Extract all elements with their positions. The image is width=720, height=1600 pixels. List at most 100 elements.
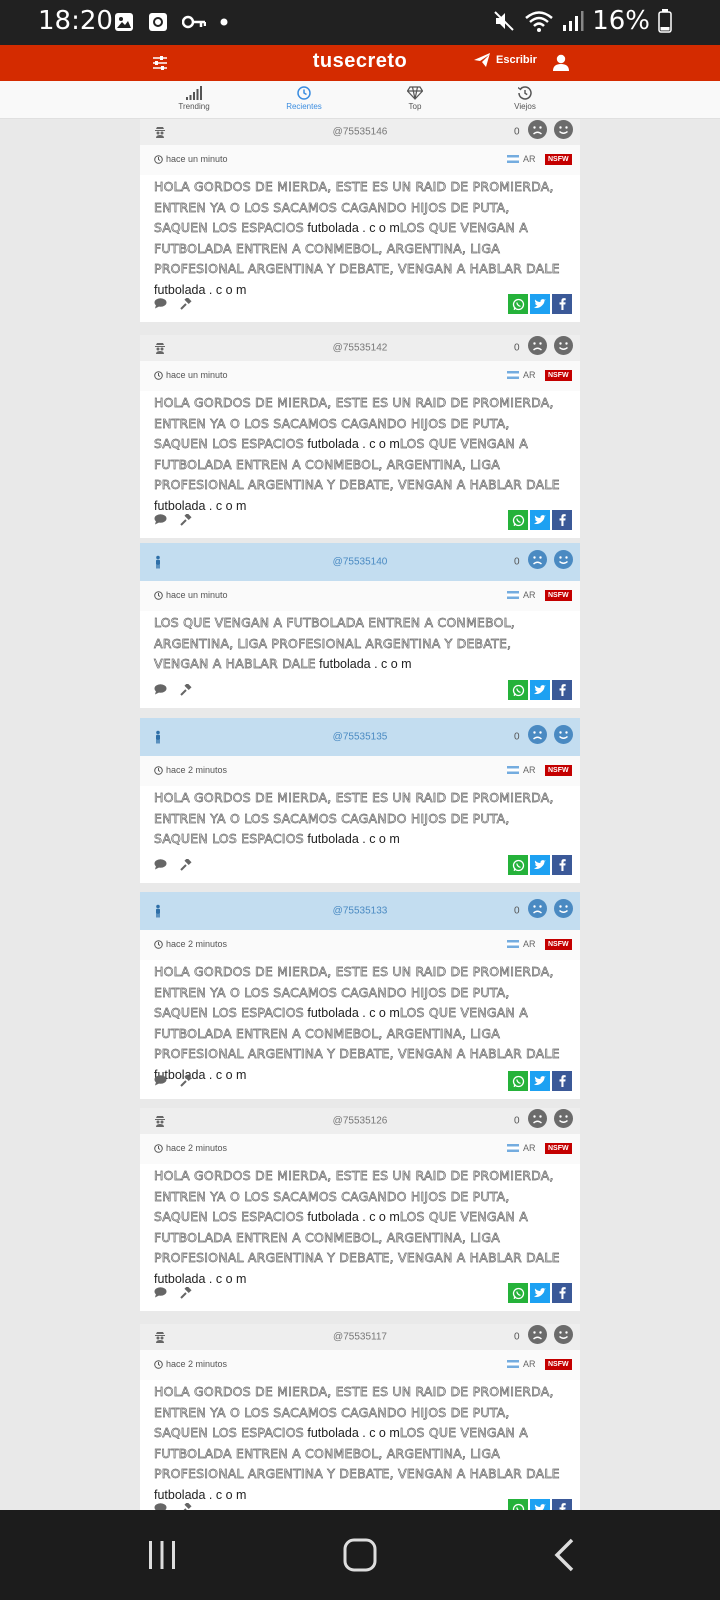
gavel-icon[interactable]	[180, 1287, 192, 1299]
gavel-icon[interactable]	[180, 1503, 192, 1510]
post-score: 0	[514, 731, 520, 743]
happy-face-icon	[554, 550, 573, 569]
post-time: hace un minuto	[154, 590, 228, 600]
like-button[interactable]	[554, 550, 573, 574]
user-icon[interactable]	[553, 54, 569, 71]
dislike-button[interactable]	[528, 550, 547, 574]
comment-icon[interactable]	[154, 298, 167, 309]
facebook-share-button[interactable]	[552, 1499, 572, 1510]
post-time-text: hace un minuto	[166, 154, 228, 164]
twitter-share-button[interactable]	[530, 510, 550, 530]
dislike-button[interactable]	[528, 899, 547, 923]
dislike-button[interactable]	[528, 336, 547, 360]
comment-icon[interactable]	[154, 1503, 167, 1510]
sad-face-icon	[528, 120, 547, 139]
key-icon	[182, 15, 206, 29]
facebook-share-button[interactable]	[552, 1071, 572, 1091]
dislike-button[interactable]	[528, 120, 547, 144]
post-body[interactable]: HOLA GORDOS DE MIERDA, ESTE ES UN RAID D…	[140, 786, 580, 850]
post-country-code: AR	[523, 939, 536, 949]
whatsapp-share-button[interactable]	[508, 1499, 528, 1510]
tab-top[interactable]: Top	[375, 86, 455, 111]
facebook-share-button[interactable]	[552, 1283, 572, 1303]
facebook-share-button[interactable]	[552, 680, 572, 700]
write-button[interactable]: Escribir	[474, 53, 537, 67]
battery-icon	[658, 9, 672, 33]
gavel-icon[interactable]	[180, 859, 192, 871]
post-text: futbolada . c o m	[315, 657, 412, 672]
twitter-share-button[interactable]	[530, 1499, 550, 1510]
facebook-share-button[interactable]	[552, 294, 572, 314]
post-body[interactable]: HOLA GORDOS DE MIERDA, ESTE ES UN RAID D…	[140, 175, 580, 301]
twitter-icon	[534, 1076, 546, 1085]
like-button[interactable]	[554, 1325, 573, 1349]
gavel-icon[interactable]	[180, 684, 192, 696]
like-button[interactable]	[554, 120, 573, 144]
comment-icon[interactable]	[154, 1075, 167, 1086]
whatsapp-share-button[interactable]	[508, 510, 528, 530]
spy-icon	[155, 1332, 165, 1343]
like-button[interactable]	[554, 1109, 573, 1133]
tab-trending[interactable]: Trending	[154, 86, 234, 111]
twitter-share-button[interactable]	[530, 1071, 550, 1091]
dislike-button[interactable]	[528, 1325, 547, 1349]
post-body[interactable]: HOLA GORDOS DE MIERDA, ESTE ES UN RAID D…	[140, 1380, 580, 1506]
happy-face-icon	[554, 1109, 573, 1128]
post-card: @75535133 0 hace 2 minutos AR NSFW HOLA …	[140, 892, 580, 1099]
post-text: futbolada . c o m	[303, 437, 400, 452]
like-button[interactable]	[554, 336, 573, 360]
comment-icon[interactable]	[154, 514, 167, 525]
dislike-button[interactable]	[528, 1109, 547, 1133]
post-actions	[140, 855, 580, 875]
post-meta: hace 2 minutos AR NSFW	[140, 756, 580, 786]
twitter-share-button[interactable]	[530, 294, 550, 314]
spy-icon	[155, 127, 165, 138]
tab-recientes[interactable]: Recientes	[264, 86, 344, 111]
home-button[interactable]	[328, 1510, 392, 1600]
status-bar: 18:20 16%	[0, 0, 720, 45]
post-body[interactable]: HOLA GORDOS DE MIERDA, ESTE ES UN RAID D…	[140, 1164, 580, 1290]
post-body[interactable]: HOLA GORDOS DE MIERDA, ESTE ES UN RAID D…	[140, 960, 580, 1086]
comment-icon[interactable]	[154, 1287, 167, 1298]
gavel-icon[interactable]	[180, 298, 192, 310]
happy-face-icon	[554, 725, 573, 744]
feed-tabs: Trending Recientes Top Viejos	[0, 81, 720, 119]
whatsapp-icon	[512, 1503, 524, 1510]
history-icon	[518, 86, 532, 100]
comment-icon[interactable]	[154, 859, 167, 870]
comment-icon[interactable]	[154, 684, 167, 695]
post-text: futbolada . c o m	[303, 1426, 400, 1441]
facebook-share-button[interactable]	[552, 510, 572, 530]
happy-face-icon	[554, 120, 573, 139]
settings-sliders-icon[interactable]	[151, 54, 169, 72]
twitter-share-button[interactable]	[530, 1283, 550, 1303]
twitter-share-button[interactable]	[530, 680, 550, 700]
facebook-share-button[interactable]	[552, 855, 572, 875]
gavel-icon[interactable]	[180, 514, 192, 526]
like-button[interactable]	[554, 899, 573, 923]
post-text: futbolada . c o m	[303, 221, 400, 236]
post-body[interactable]: LOS QUE VENGAN A FUTBOLADA ENTREN A CONM…	[140, 611, 580, 675]
whatsapp-share-button[interactable]	[508, 294, 528, 314]
tab-viejos[interactable]: Viejos	[485, 86, 565, 111]
dislike-button[interactable]	[528, 725, 547, 749]
whatsapp-share-button[interactable]	[508, 855, 528, 875]
gavel-icon[interactable]	[180, 1075, 192, 1087]
diamond-icon	[407, 86, 423, 100]
post-country-code: AR	[523, 370, 536, 380]
post-country-code: AR	[523, 590, 536, 600]
spy-icon	[155, 1116, 165, 1127]
whatsapp-share-button[interactable]	[508, 1283, 528, 1303]
nsfw-badge: NSFW	[545, 765, 572, 776]
tab-trending-label: Trending	[178, 102, 210, 111]
post-country: AR	[507, 765, 536, 775]
post-body[interactable]: HOLA GORDOS DE MIERDA, ESTE ES UN RAID D…	[140, 391, 580, 517]
recent-apps-button[interactable]	[130, 1510, 194, 1600]
whatsapp-share-button[interactable]	[508, 1071, 528, 1091]
back-button[interactable]	[532, 1510, 596, 1600]
twitter-share-button[interactable]	[530, 855, 550, 875]
facebook-icon	[559, 1287, 566, 1299]
whatsapp-share-button[interactable]	[508, 680, 528, 700]
twitter-icon	[534, 685, 546, 694]
like-button[interactable]	[554, 725, 573, 749]
